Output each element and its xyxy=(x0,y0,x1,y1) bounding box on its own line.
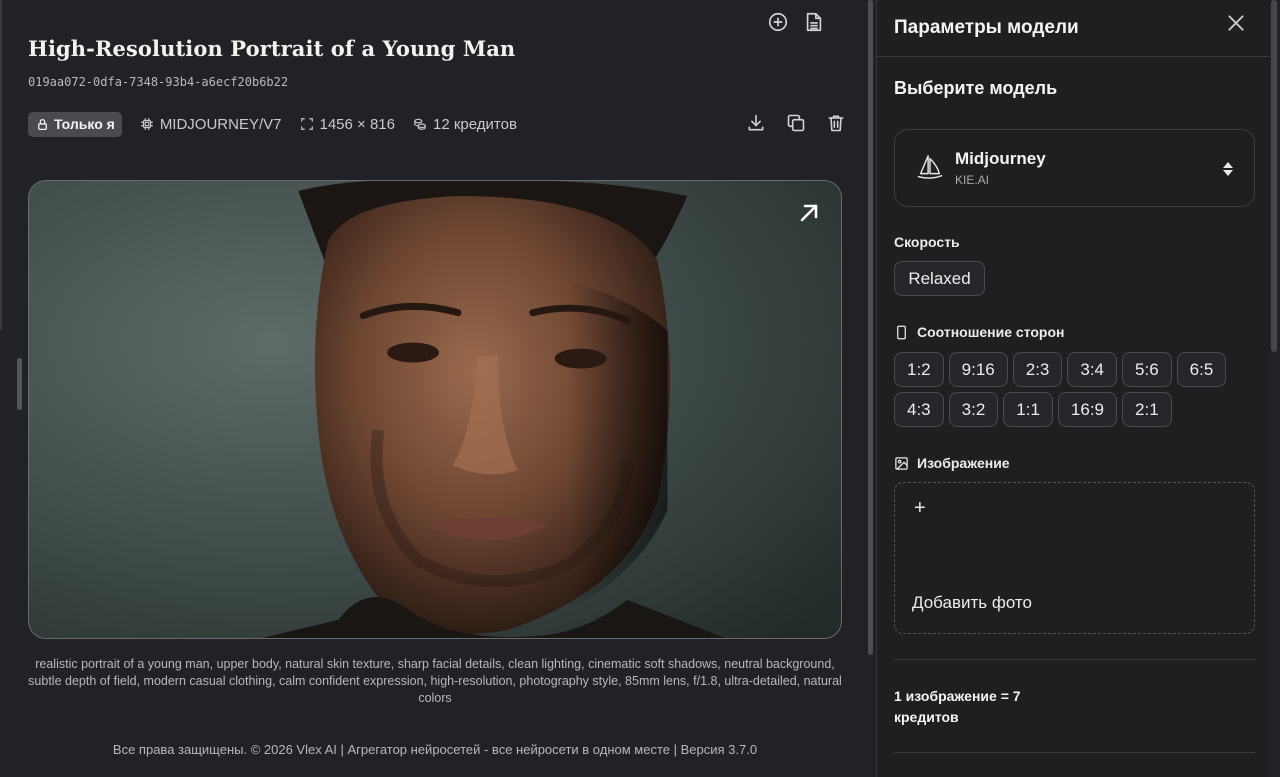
cost-summary: 1 изображение = 7 кредитов xyxy=(894,688,1021,725)
aspect-ratio-option[interactable]: 6:5 xyxy=(1176,352,1227,387)
download-icon[interactable] xyxy=(744,111,768,135)
speed-label: Скорость xyxy=(894,234,960,250)
aspect-ratio-option[interactable]: 16:9 xyxy=(1057,392,1118,427)
aspect-ratio-option[interactable]: 2:3 xyxy=(1012,352,1063,387)
chip-icon xyxy=(140,118,153,130)
divider xyxy=(894,752,1255,753)
top-toolbar xyxy=(766,10,826,34)
sailboat-icon xyxy=(917,155,943,179)
model-info: MIDJOURNEY/V7 xyxy=(140,116,282,133)
footer-text: Все права защищены. © 2026 Vlex AI | Агр… xyxy=(112,742,758,757)
visibility-badge[interactable]: Только я xyxy=(28,111,122,137)
add-photo-label: Добавить фото xyxy=(912,593,1032,612)
prompt-text: realistic portrait of a young man, upper… xyxy=(28,657,842,705)
aspect-ratio-option[interactable]: 9:16 xyxy=(948,352,1008,387)
document-icon[interactable] xyxy=(802,10,826,34)
phone-outline-icon xyxy=(897,325,906,339)
lock-icon xyxy=(38,118,47,130)
credits-label: 12 кредитов xyxy=(433,115,517,133)
aspect-ratio-option[interactable]: 2:1 xyxy=(1122,392,1172,427)
image-icon xyxy=(895,456,908,470)
dimensions-info: 1456 × 816 xyxy=(300,115,396,133)
dimensions-label: 1456 × 816 xyxy=(319,115,396,133)
close-icon[interactable] xyxy=(1226,13,1246,33)
chevron-up-down-icon xyxy=(1223,162,1233,176)
credits-info: 12 кредитов xyxy=(413,116,517,133)
generated-image-frame[interactable] xyxy=(28,180,842,639)
panel-scrollbar[interactable] xyxy=(1271,0,1277,352)
model-provider: KIE.AI xyxy=(955,173,990,187)
aspect-ratio-label-text: Соотношение сторон xyxy=(917,324,1065,340)
image-upload-label: Изображение xyxy=(894,455,1010,471)
meta-row: Только я MIDJOURNEY/V7 1456 × 816 12 кре… xyxy=(28,111,517,137)
app-window: High-Resolution Portrait of a Young Man … xyxy=(0,0,1280,777)
image-upload-label-text: Изображение xyxy=(917,455,1010,471)
main-content: High-Resolution Portrait of a Young Man … xyxy=(0,0,866,777)
page-title: High-Resolution Portrait of a Young Man xyxy=(28,36,516,61)
choose-model-heading: Выберите модель xyxy=(894,78,1058,98)
aspect-ratio-option[interactable]: 1:1 xyxy=(1003,392,1053,427)
main-scrollbar[interactable] xyxy=(868,0,873,655)
image-upload-dropzone[interactable]: + Добавить фото xyxy=(894,482,1255,634)
expand-corners-icon xyxy=(300,118,313,130)
model-settings-panel: Параметры модели Выберите модель Midjour… xyxy=(876,0,1270,777)
image-actions xyxy=(744,111,848,135)
generation-id: 019aa072-0dfa-7348-93b4-a6ecf20b6b22 xyxy=(28,75,289,89)
model-select[interactable]: Midjourney KIE.AI xyxy=(894,129,1255,207)
aspect-ratio-option[interactable]: 1:2 xyxy=(894,352,944,387)
model-label: MIDJOURNEY/V7 xyxy=(159,115,282,133)
copy-icon[interactable] xyxy=(784,111,808,135)
add-circle-icon[interactable] xyxy=(766,10,790,34)
plus-icon: + xyxy=(914,497,926,519)
speed-option-relaxed[interactable]: Relaxed xyxy=(894,261,985,296)
panel-header: Параметры модели xyxy=(877,0,1270,57)
coins-icon xyxy=(414,118,426,130)
model-name: Midjourney xyxy=(955,149,1046,168)
portrait-image xyxy=(29,181,841,638)
aspect-ratio-option[interactable]: 4:3 xyxy=(894,392,944,427)
aspect-ratio-option[interactable]: 3:2 xyxy=(948,392,999,427)
panel-title: Параметры модели xyxy=(894,17,1079,38)
aspect-ratio-label: Соотношение сторон xyxy=(894,324,1065,340)
divider xyxy=(894,659,1255,660)
aspect-ratio-option[interactable]: 5:6 xyxy=(1122,352,1172,387)
trash-icon[interactable] xyxy=(824,111,848,135)
arrow-up-right-icon[interactable] xyxy=(797,201,821,225)
aspect-ratio-option[interactable]: 3:4 xyxy=(1067,352,1118,387)
visibility-label: Только я xyxy=(54,116,115,132)
aspect-ratio-options: 1:2 9:16 2:3 3:4 5:6 6:5 4:3 3:2 1:1 16:… xyxy=(894,352,1254,427)
